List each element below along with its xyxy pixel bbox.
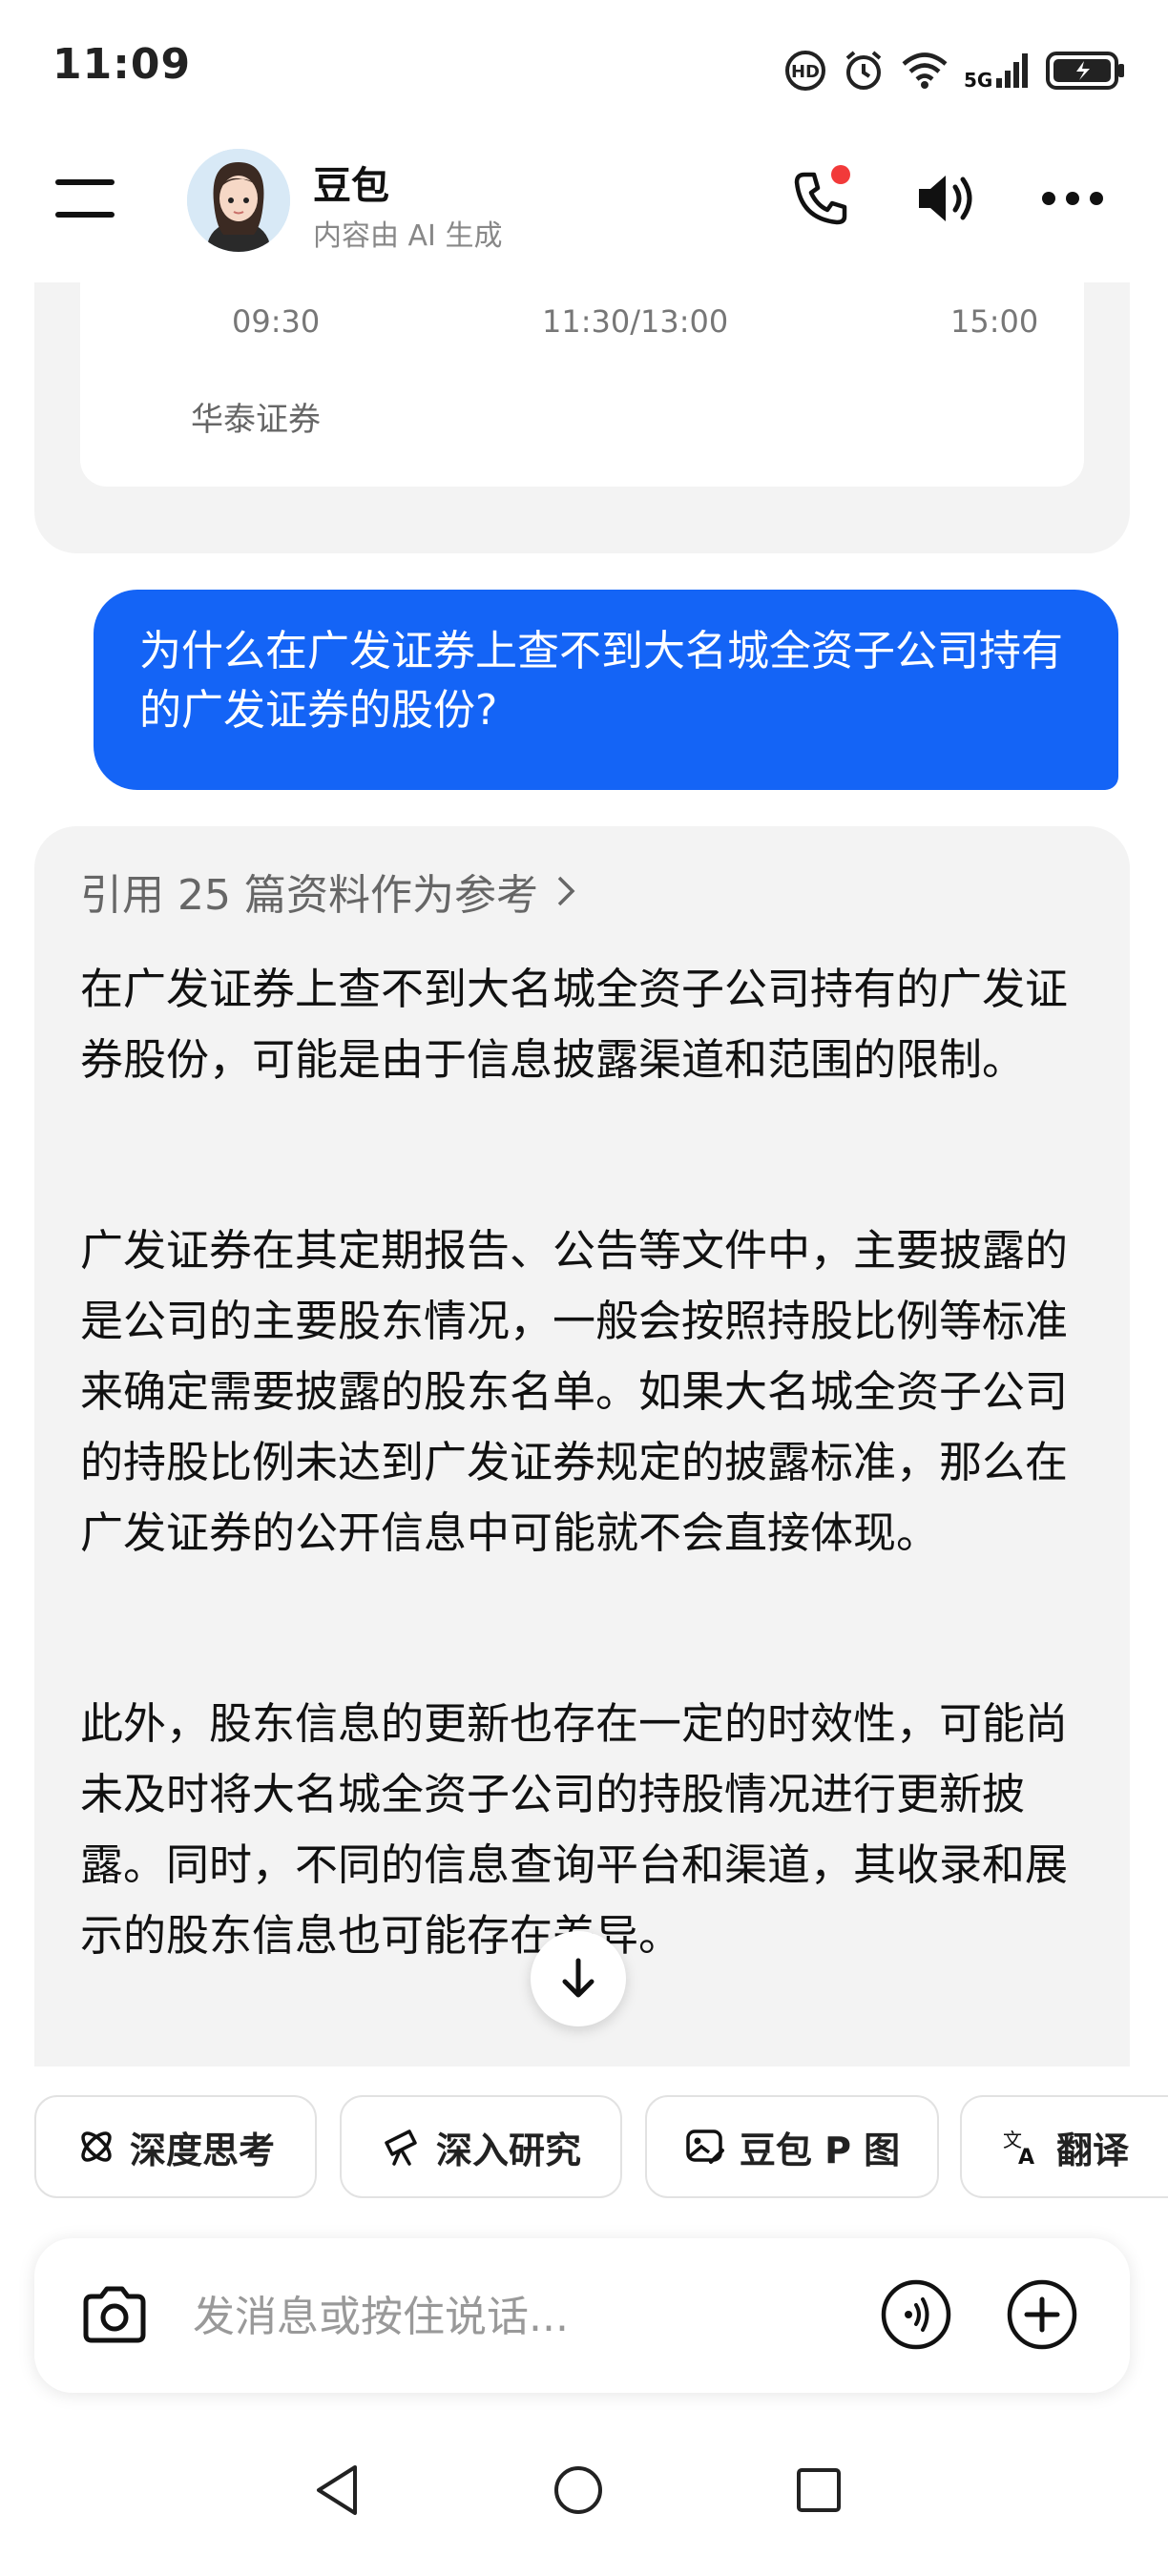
translate-button[interactable]: 文 A 翻译 <box>960 2095 1168 2198</box>
time-tick: 11:30/13:00 <box>542 303 729 340</box>
nav-home-button[interactable] <box>540 2452 616 2528</box>
hd-call-icon: HD <box>784 50 826 92</box>
references-link[interactable]: 引用 25 篇资料作为参考 <box>80 861 576 922</box>
references-label: 引用 25 篇资料作为参考 <box>80 871 538 920</box>
menu-button[interactable] <box>55 177 115 219</box>
source-label: 华泰证券 <box>191 401 321 439</box>
arrow-down-icon <box>562 1958 594 1998</box>
deep-research-button[interactable]: 深入研究 <box>340 2095 622 2198</box>
home-icon <box>554 2466 602 2514</box>
telescope-icon <box>385 2129 417 2166</box>
answer-paragraph: 在广发证券上查不到大名城全资子公司持有的广发证券股份，可能是由于信息披露渠道和范… <box>80 964 1069 1085</box>
deep-think-icon <box>81 2131 112 2162</box>
notification-dot <box>831 165 850 184</box>
image-edit-icon <box>686 2129 724 2164</box>
menu-icon <box>55 179 115 218</box>
scroll-to-bottom-button[interactable] <box>531 1931 626 2026</box>
status-icons: HD 5G <box>784 42 1126 99</box>
signal-icon: 5G <box>964 52 1031 90</box>
network-type: 5G <box>964 69 993 92</box>
camera-icon <box>83 2286 146 2343</box>
voice-wave-icon <box>881 2279 951 2350</box>
answer-paragraph: 此外，股东信息的更新也存在一定的时效性，可能尚未及时将大名城全资子公司的持股情况… <box>80 1698 1069 1961</box>
message-input[interactable] <box>191 2284 863 2349</box>
camera-button[interactable] <box>76 2276 153 2353</box>
user-message-text: 为什么在广发证券上查不到大名城全资子公司持有的广发证券的股份? <box>139 627 1063 735</box>
phone-icon <box>794 165 850 225</box>
wifi-icon <box>901 52 949 90</box>
recents-icon <box>797 2468 841 2512</box>
battery-icon <box>1046 51 1126 91</box>
time-tick: 09:30 <box>232 303 321 340</box>
speaker-icon <box>919 176 972 221</box>
svg-text:HD: HD <box>791 62 820 82</box>
voice-input-button[interactable] <box>878 2276 954 2353</box>
phone-call-button[interactable] <box>782 160 859 237</box>
nav-recents-button[interactable] <box>781 2452 857 2528</box>
add-button[interactable] <box>1004 2276 1080 2353</box>
plus-circle-icon <box>1007 2279 1077 2350</box>
back-icon <box>317 2465 357 2515</box>
image-edit-button[interactable]: 豆包 P 图 <box>645 2095 939 2198</box>
nav-back-button[interactable] <box>300 2452 376 2528</box>
voice-button[interactable] <box>908 160 985 237</box>
translate-icon: 文 A <box>1003 2129 1034 2168</box>
more-icon <box>1042 192 1103 205</box>
status-time: 11:09 <box>52 40 192 89</box>
alarm-icon <box>842 49 886 93</box>
answer-paragraph: 广发证券在其定期报告、公告等文件中，主要披露的是公司的主要股东情况，一般会按照持… <box>80 1225 1069 1558</box>
chip-label: 豆包 P 图 <box>739 2129 901 2171</box>
time-tick: 15:00 <box>950 303 1039 340</box>
chip-label: 深入研究 <box>435 2129 581 2171</box>
chevron-right-icon <box>557 876 575 906</box>
ai-disclaimer: 内容由 AI 生成 <box>313 219 503 253</box>
avatar[interactable] <box>187 149 290 252</box>
chip-label: 翻译 <box>1055 2129 1129 2171</box>
chip-label: 深度思考 <box>129 2129 275 2171</box>
more-button[interactable] <box>1034 160 1111 237</box>
bot-name: 豆包 <box>313 164 389 208</box>
deep-think-button[interactable]: 深度思考 <box>34 2095 317 2198</box>
svg-text:A: A <box>1018 2146 1034 2168</box>
